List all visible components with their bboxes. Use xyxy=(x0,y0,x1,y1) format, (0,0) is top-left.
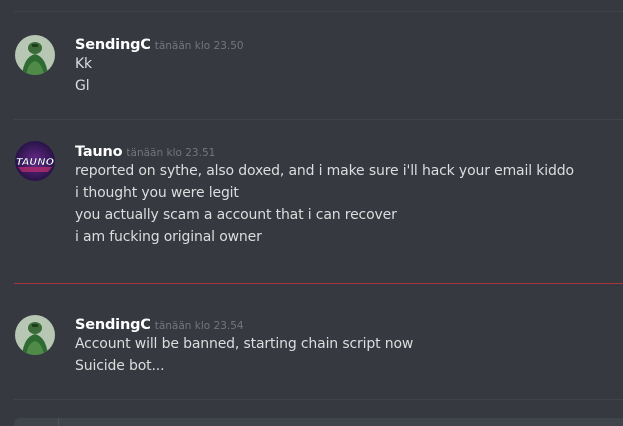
message-text: you actually scam a account that i can r… xyxy=(75,207,397,223)
message-text: Kk xyxy=(75,56,92,72)
message-text: Gl xyxy=(75,78,90,94)
message-text: Account will be banned, starting chain s… xyxy=(75,336,414,352)
user-avatar[interactable] xyxy=(15,315,55,355)
message-text: Suicide bot... xyxy=(75,358,165,374)
message-divider xyxy=(14,119,623,120)
timestamp: tänään klo 23.51 xyxy=(126,147,216,159)
username[interactable]: Tauno xyxy=(75,144,123,160)
user-avatar[interactable]: TAUNO xyxy=(15,141,55,181)
username[interactable]: SendingC xyxy=(75,317,151,333)
message-text: reported on sythe, also doxed, and i mak… xyxy=(75,163,574,179)
input-attach-separator xyxy=(58,418,59,426)
message-text: i am fucking original owner xyxy=(75,229,262,245)
username[interactable]: SendingC xyxy=(75,37,151,53)
message-header: SendingC tänään klo 23.50 xyxy=(75,34,244,53)
message-divider xyxy=(14,11,623,12)
message-text: i thought you were legit xyxy=(75,185,239,201)
message-input[interactable] xyxy=(14,418,623,426)
svg-text:TAUNO: TAUNO xyxy=(16,157,55,168)
green-figure-avatar-icon xyxy=(15,315,55,355)
green-figure-avatar-icon xyxy=(15,35,55,75)
message-header: SendingC tänään klo 23.54 xyxy=(75,314,244,333)
new-messages-divider xyxy=(14,283,623,284)
message-divider xyxy=(14,399,623,400)
timestamp: tänään klo 23.54 xyxy=(154,320,244,332)
user-avatar[interactable] xyxy=(15,35,55,75)
message-header: Tauno tänään klo 23.51 xyxy=(75,141,215,160)
tauno-logo-avatar-icon: TAUNO xyxy=(15,141,55,181)
chat-messages: SendingC tänään klo 23.50 Kk Gl TAUNO Tau… xyxy=(0,0,623,426)
timestamp: tänään klo 23.50 xyxy=(154,40,244,52)
